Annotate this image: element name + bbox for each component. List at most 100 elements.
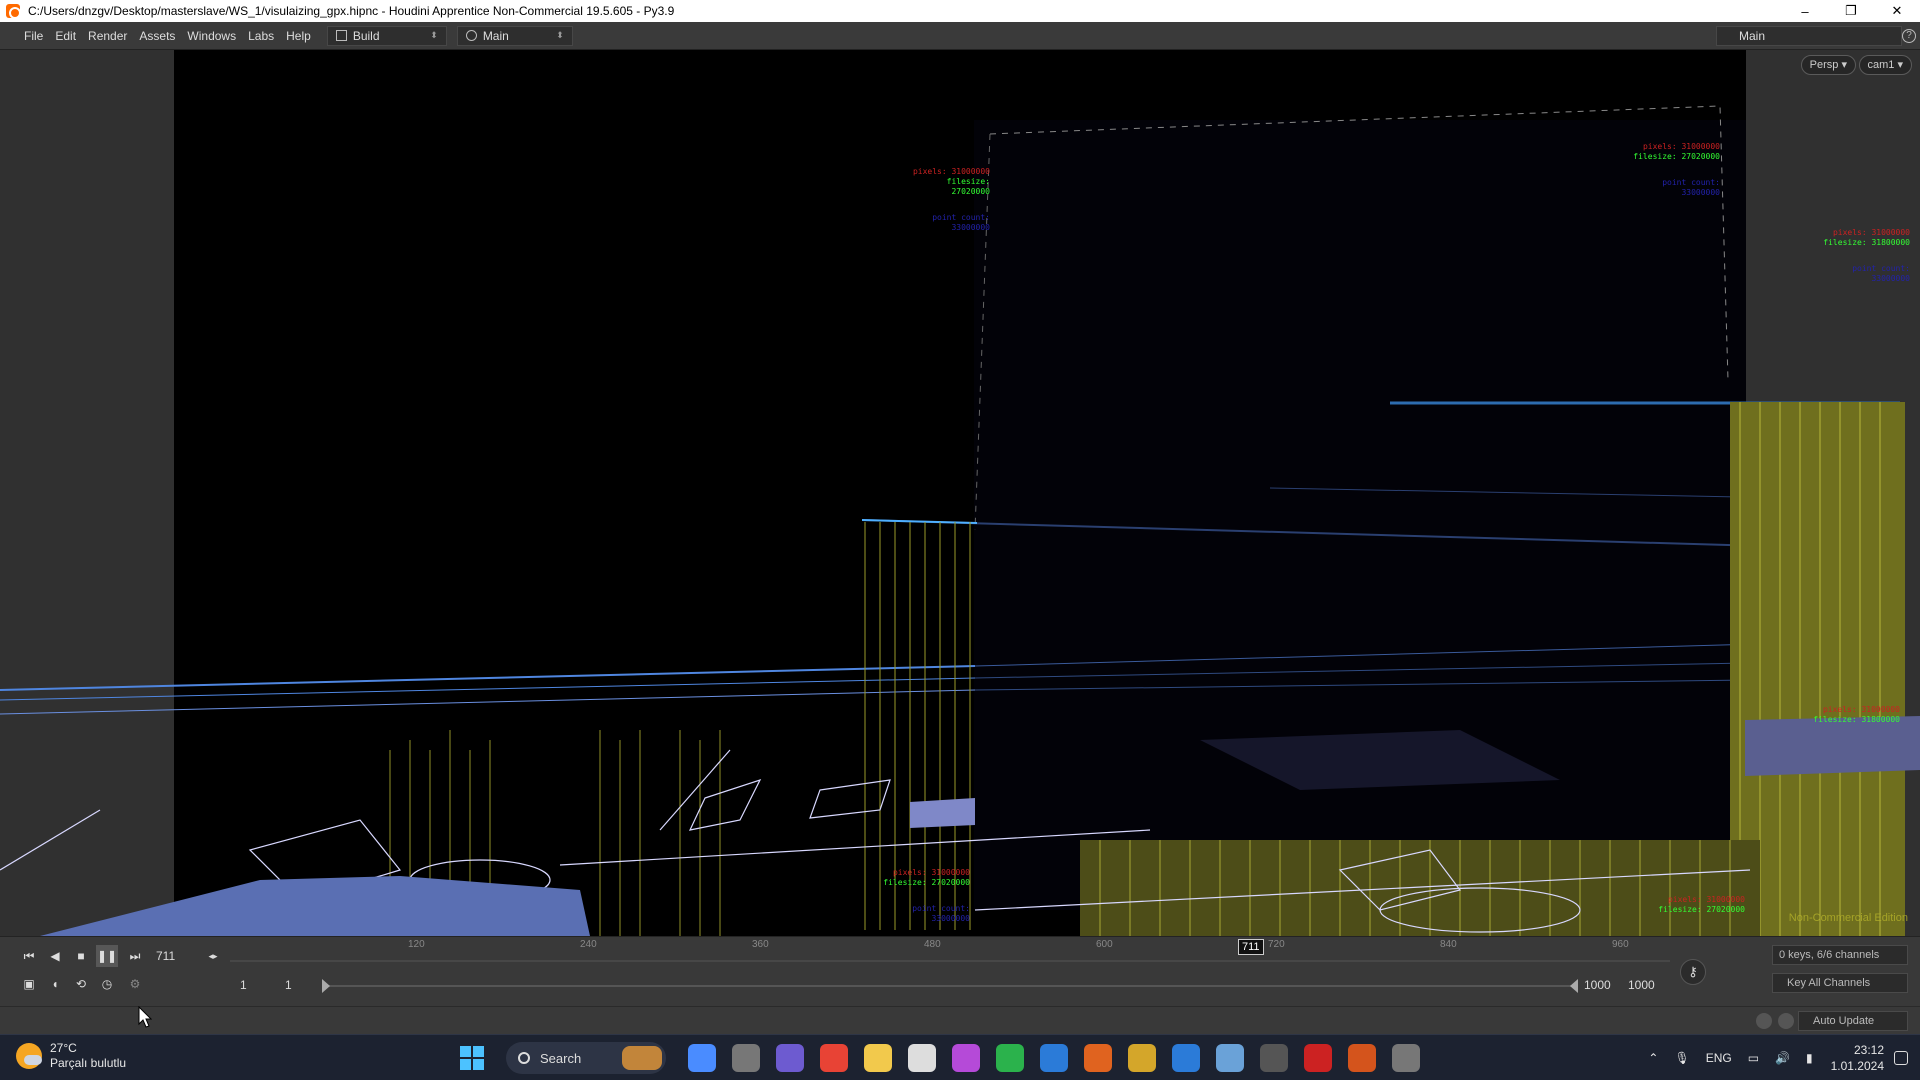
taskbar-app-icon[interactable]	[908, 1044, 936, 1072]
annotation-label: pixels: 31000000 filesize: 27020000 poin…	[880, 868, 970, 924]
right-desktop-label: Main	[1739, 29, 1766, 43]
pause-icon[interactable]: ❚❚	[96, 945, 118, 967]
key-icon[interactable]: ⚷	[1680, 959, 1706, 985]
taskbar-app-icon[interactable]	[1040, 1044, 1068, 1072]
houdini-app-icon	[6, 4, 21, 19]
menu-labs[interactable]: Labs	[242, 29, 280, 43]
minimize-button[interactable]: –	[1782, 0, 1828, 22]
desktop-build-label: Build	[352, 28, 380, 43]
taskbar-app-icon[interactable]	[952, 1044, 980, 1072]
cursor-arrow	[138, 1005, 153, 1028]
clock[interactable]: 23:12 1.01.2024	[1831, 1042, 1884, 1074]
taskbar-app-icon[interactable]	[1084, 1044, 1112, 1072]
loop-icon[interactable]: ⟲	[70, 973, 92, 995]
timeline[interactable]: 120 240 360 480 600 720 840 960 711	[230, 937, 1670, 973]
microphone-icon[interactable]: 🎙	[1674, 1051, 1689, 1065]
timeline-playhead[interactable]: 711	[1238, 939, 1264, 955]
taskbar-app-icon[interactable]	[732, 1044, 760, 1072]
stop-icon[interactable]: ■	[70, 945, 92, 967]
volume-icon[interactable]: 🔊	[1775, 1051, 1790, 1065]
windows-taskbar: 27°C Parçalı bulutlu Search ⌃ 🎙 ENG ▭ 🔊 …	[0, 1034, 1920, 1080]
range-handle-right[interactable]	[1570, 979, 1578, 993]
weather-widget[interactable]: 27°C Parçalı bulutlu	[16, 1041, 126, 1071]
desktop-build-selector[interactable]: Build ⬍	[326, 25, 447, 46]
label-pixels: pixels: 31000000	[1832, 228, 1910, 237]
tick-label: 840	[1440, 939, 1457, 950]
non-commercial-watermark: Non-Commercial Edition	[1788, 912, 1908, 924]
current-frame-field[interactable]: 711	[150, 946, 198, 966]
blue-ground-line	[0, 677, 976, 701]
taskbar-app-icon[interactable]	[1216, 1044, 1244, 1072]
range-handle-left[interactable]	[322, 979, 330, 993]
taskbar-app-icon[interactable]	[1348, 1044, 1376, 1072]
keys-channels-info[interactable]: 0 keys, 6/6 channels	[1772, 945, 1908, 965]
audio-icon[interactable]: ▣	[18, 973, 40, 995]
realtime-icon[interactable]: ◷	[96, 973, 118, 995]
taskbar-app-icon[interactable]	[776, 1044, 804, 1072]
blue-terrain-patch	[1745, 716, 1920, 776]
taskbar-app-icon[interactable]	[864, 1044, 892, 1072]
menu-bar: File Edit Render Assets Windows Labs Hel…	[0, 22, 1920, 50]
label-filesize: filesize: 27020000	[946, 177, 990, 196]
menu-render[interactable]: Render	[82, 29, 133, 43]
taskbar-app-icon[interactable]	[996, 1044, 1024, 1072]
annotation-label: pixels: 31000000 filesize: 31800000	[1810, 705, 1900, 725]
taskbar-apps: Search	[460, 1042, 1428, 1074]
range-start-field-2[interactable]: 1	[285, 978, 292, 992]
annotation-label: pixels: 31000000 filesize: 27020000 poin…	[905, 167, 990, 233]
right-desktop-selector[interactable]: Main	[1716, 26, 1902, 46]
sound-icon[interactable]: ◖	[44, 973, 66, 995]
blue-terrain-patch	[910, 798, 975, 828]
annotation-label: pixels: 31000000 filesize: 31800000 poin…	[1820, 228, 1910, 284]
blue-ground-line	[0, 689, 976, 715]
tick-label: 960	[1612, 939, 1629, 950]
label-extra: point count: 33000000	[1852, 264, 1910, 283]
label-pixels: pixels: 31000000	[912, 167, 990, 176]
battery-icon[interactable]: ▮	[1806, 1051, 1813, 1065]
taskbar-app-icon[interactable]	[1392, 1044, 1420, 1072]
close-button[interactable]: ✕	[1874, 0, 1920, 22]
taskbar-app-icon[interactable]	[1172, 1044, 1200, 1072]
cloud-icon[interactable]	[1756, 1013, 1772, 1029]
menu-help[interactable]: Help	[280, 29, 317, 43]
jump-end-icon[interactable]: ⏭	[124, 945, 146, 967]
persp-menu-button[interactable]: Persp ▾	[1800, 55, 1856, 75]
language-indicator[interactable]: ENG	[1706, 1051, 1732, 1065]
range-end-field-2[interactable]: 1000	[1628, 978, 1655, 992]
notification-icon[interactable]	[1894, 1051, 1908, 1065]
tick-label: 600	[1096, 939, 1113, 950]
step-back-icon[interactable]: ◀	[44, 945, 66, 967]
step-frames-icon[interactable]: ◂▸	[202, 945, 224, 967]
key-all-channels-button[interactable]: Key All Channels	[1772, 973, 1908, 993]
back-wall	[974, 120, 1746, 910]
help-icon[interactable]: ?	[1902, 29, 1916, 43]
menu-windows[interactable]: Windows	[181, 29, 242, 43]
scene-viewport[interactable]: pixels: 31000000 filesize: 27020000 poin…	[0, 50, 1920, 936]
label-extra: point count: 33000000	[932, 213, 990, 232]
chevron-up-icon[interactable]: ⌃	[1648, 1051, 1658, 1065]
jump-start-icon[interactable]: ⏮	[18, 945, 40, 967]
persp-label: Persp	[1809, 59, 1839, 71]
menu-file[interactable]: File	[18, 29, 49, 43]
restore-button[interactable]: ❐	[1828, 0, 1874, 22]
settings-icon[interactable]: ⚙	[124, 973, 146, 995]
menu-assets[interactable]: Assets	[133, 29, 181, 43]
taskbar-search[interactable]: Search	[506, 1042, 666, 1074]
refresh-icon[interactable]	[1778, 1013, 1794, 1029]
label-filesize: filesize: 27020000	[883, 878, 970, 887]
taskbar-app-icon[interactable]	[688, 1044, 716, 1072]
taskbar-app-icon[interactable]	[1304, 1044, 1332, 1072]
camera-menu-button[interactable]: cam1 ▾	[1858, 55, 1912, 75]
label-filesize: filesize: 27020000	[1633, 152, 1720, 161]
range-end-field[interactable]: 1000	[1584, 978, 1611, 992]
desktop-main-selector[interactable]: Main ⬍	[456, 25, 573, 46]
taskbar-app-icon[interactable]	[1260, 1044, 1288, 1072]
auto-update-button[interactable]: Auto Update	[1798, 1011, 1908, 1031]
taskbar-app-icon[interactable]	[1128, 1044, 1156, 1072]
menu-edit[interactable]: Edit	[49, 29, 82, 43]
network-icon[interactable]: ▭	[1748, 1051, 1759, 1065]
windows-start-icon[interactable]	[460, 1046, 484, 1070]
range-start-field[interactable]: 1	[240, 978, 247, 992]
taskbar-app-icon[interactable]	[820, 1044, 848, 1072]
range-slider-track[interactable]	[326, 985, 1576, 987]
